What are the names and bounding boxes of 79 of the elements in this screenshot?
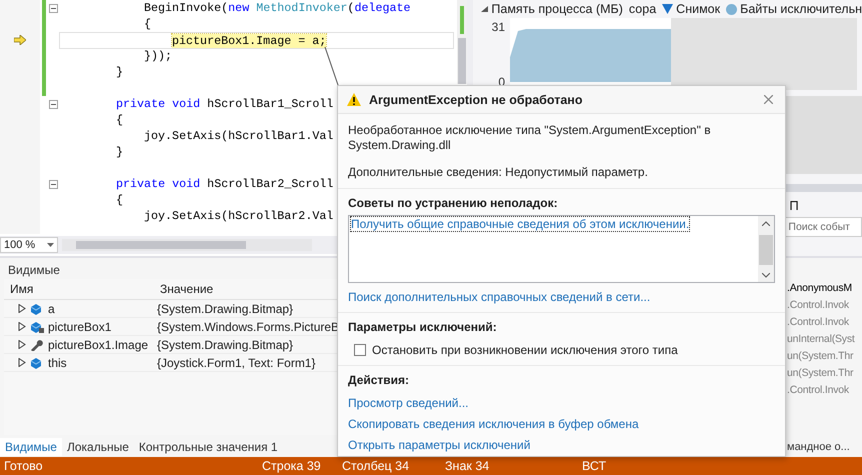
variable-name: a [48,302,55,316]
code-line: { [143,16,152,32]
code-line: joy.SetAxis(hScrollBar1.Val [143,128,334,144]
chart-title: Память процесса (МБ) [491,2,623,16]
code-line: } [115,64,124,80]
exception-message: Необработанное исключение типа "System.ArgumentException" в System.Drawing.dll [348,123,712,153]
code-line: })); [143,48,172,64]
code-line: private void hScrollBar2_Scroll [115,176,334,192]
cube-lock-icon [29,320,45,332]
triangle-marker-icon [662,4,674,14]
collapse-icon[interactable] [48,100,58,108]
expand-arrow-icon[interactable] [18,304,26,313]
call-stack-frame[interactable]: un(System.Thr [785,365,854,382]
variable-name: pictureBox1.Image [48,338,148,352]
call-stack-frame[interactable]: .Control.Invok [785,297,849,314]
legend-label: Байты исключительн [740,2,862,16]
call-stack-frame[interactable]: unInternal(Syst [785,331,855,348]
call-stack-frame[interactable]: .AnonymousM [785,280,852,297]
checkbox-label: Остановить при возникновении исключения этого типа [372,343,678,357]
code-line: { [115,192,124,208]
variable-value: {Joystick.Form1, Text: Form1} [156,356,316,370]
panel-heading: П [788,197,800,215]
leader-line [324,46,338,86]
panel-tab[interactable]: Контрольные значения 1 [134,438,283,456]
collapse-triangle-icon[interactable] [481,6,488,12]
variable-name: this [48,356,67,370]
panel-tab[interactable]: Локальные [62,438,134,456]
search-field[interactable]: Поиск событ [785,217,862,237]
dialog-title: ArgumentException не обработано [369,92,584,106]
section-heading: Советы по устранению неполадок: [348,196,558,211]
code-line: private void hScrollBar1_Scroll [115,96,334,112]
dropdown-caret-icon [47,243,54,247]
collapse-icon[interactable] [48,4,58,12]
status-text: Строка 39 [261,459,321,473]
expand-arrow-icon[interactable] [18,358,26,367]
panel-title: Видимые [7,262,61,279]
panel-tab[interactable]: Видимые [0,438,62,456]
variable-value: {System.Drawing.Bitmap} [156,338,294,352]
legend-label: сора [628,2,656,16]
code-line: BeginInvoke(new MethodInvoker(delegate [143,0,411,16]
exception-details: Дополнительные сведения: Недопустимый параметр. [348,165,648,180]
circle-marker-icon [726,4,738,14]
wrench-icon [29,338,45,350]
expand-arrow-icon[interactable] [18,322,26,331]
panel-tab[interactable]: мандное о... [785,439,852,455]
action-link[interactable]: Скопировать сведения исключения в буфер обмена [348,417,639,431]
vertical-scrollbar[interactable] [457,0,468,84]
column-header[interactable]: Значение [154,282,220,296]
variable-name: pictureBox1 [48,320,112,334]
online-help-link[interactable]: Поиск дополнительных справочных сведений в сети... [348,290,650,304]
variable-value: {System.Windows.Forms.PictureB [156,320,340,334]
code-line: } [115,144,124,160]
variable-value: {System.Drawing.Bitmap} [156,302,294,316]
vertical-scrollbar[interactable] [758,216,774,282]
legend-label: Снимок [676,2,720,16]
status-text: ВСТ [581,459,606,473]
scroll-down-icon[interactable] [762,273,770,278]
section-heading: Действия: [348,373,410,388]
action-link[interactable]: Открыть параметры исключений [348,438,530,452]
zoom-dropdown[interactable]: 100 % [0,237,58,253]
help-link[interactable]: Получить общие справочные сведения об этом исключении. [351,217,690,231]
call-stack-frame[interactable]: .Control.Invok [785,382,849,399]
expand-arrow-icon[interactable] [18,340,26,349]
status-text: Знак 34 [444,459,490,473]
scroll-up-icon[interactable] [762,221,770,226]
warning-icon [347,93,361,106]
call-stack-frame[interactable]: .Control.Invok [785,314,849,331]
section-heading: Параметры исключений: [348,320,497,335]
axis-label: 31 [492,20,506,34]
action-link[interactable]: Просмотр сведений... [348,396,468,410]
code-line: { [115,112,124,128]
horizontal-scrollbar[interactable] [62,239,312,251]
checkbox[interactable] [354,344,366,356]
call-stack-frame[interactable]: un(System.Thr [785,348,854,365]
collapse-icon[interactable] [48,180,58,188]
code-line: joy.SetAxis(hScrollBar2.Val [143,208,334,224]
column-header[interactable]: Имя [4,282,40,296]
status-text: Столбец 34 [341,459,410,473]
status-text: Готово [3,459,43,473]
